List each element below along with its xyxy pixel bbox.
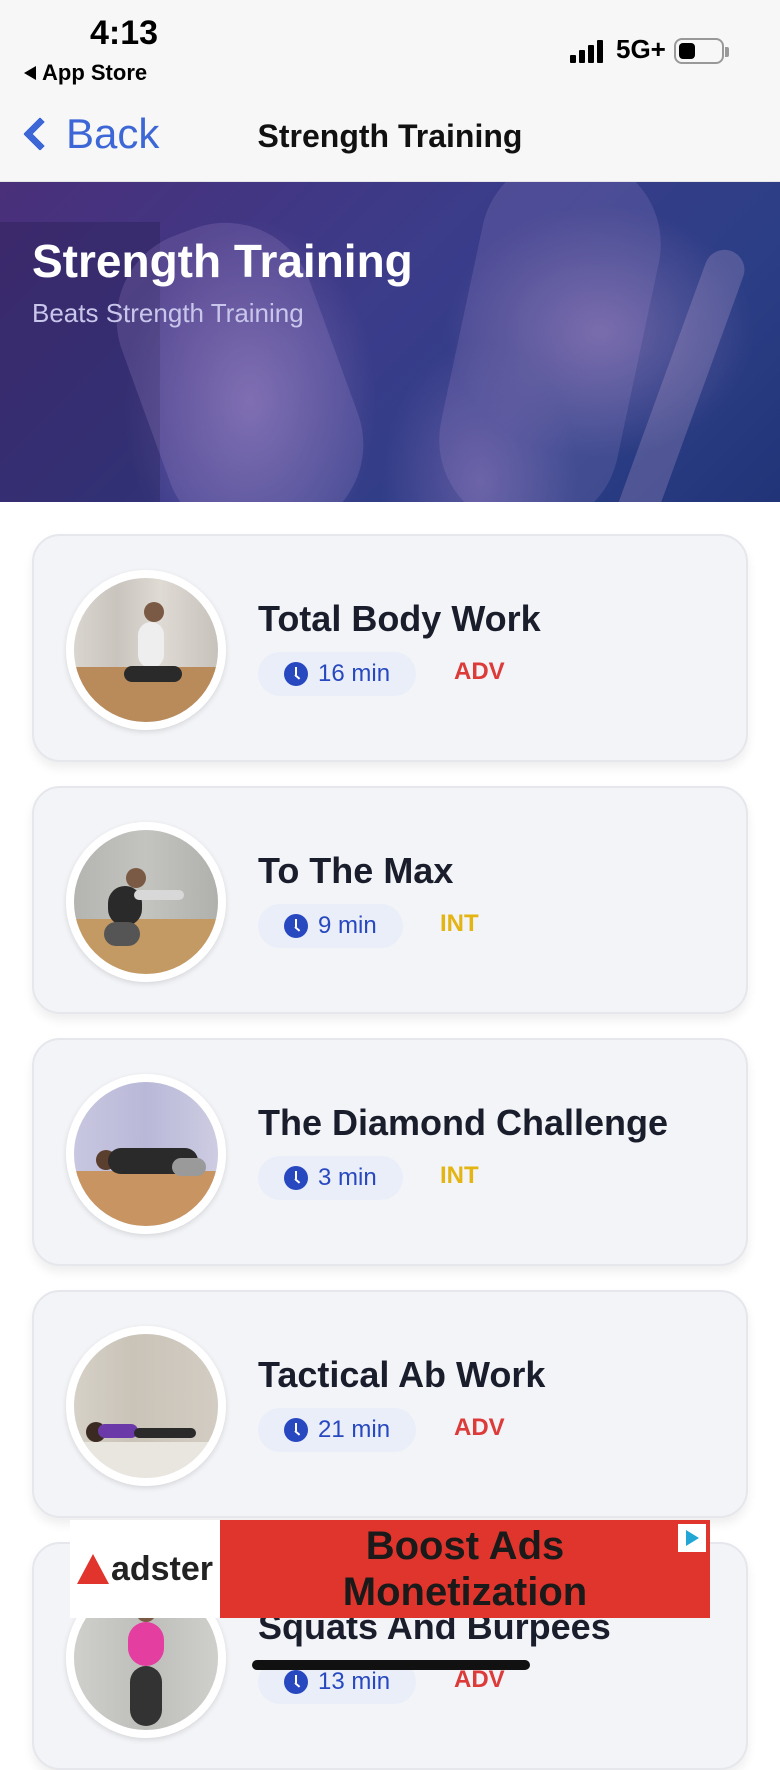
level-badge: ADV — [454, 658, 505, 685]
ad-headline: Boost Ads Monetization — [220, 1520, 710, 1618]
workout-card[interactable]: Total Body Work 16 min ADV — [32, 534, 748, 762]
workout-thumbnail — [66, 1074, 226, 1234]
adster-logo-icon — [76, 1554, 109, 1584]
network-type: 5G+ — [616, 34, 666, 64]
clock-icon — [284, 1670, 308, 1694]
workout-title: The Diamond Challenge — [258, 1102, 669, 1143]
hero-title: Strength Training — [32, 235, 413, 287]
back-to-app-link[interactable]: App Store — [24, 60, 147, 86]
back-app-label: App Store — [42, 60, 148, 85]
duration-text: 21 min — [318, 1416, 391, 1443]
home-indicator — [252, 1660, 530, 1670]
workout-title: To The Max — [258, 850, 454, 891]
navigation-bar: Strength Training Back — [0, 96, 780, 182]
level-badge: INT — [440, 1162, 479, 1189]
clock-icon — [284, 914, 308, 938]
back-button[interactable]: Back — [18, 106, 159, 162]
clock-icon — [284, 662, 308, 686]
workout-title: Tactical Ab Work — [258, 1354, 546, 1395]
workout-thumbnail — [66, 570, 226, 730]
duration-text: 13 min — [318, 1668, 391, 1695]
workout-title: Total Body Work — [258, 598, 541, 639]
ad-headline-line1: Boost Ads — [365, 1524, 565, 1568]
battery-icon — [674, 38, 729, 64]
chevron-left-icon — [23, 117, 57, 151]
status-time: 4:13 — [90, 14, 159, 52]
duration-badge: 21 min — [258, 1408, 417, 1452]
duration-text: 16 min — [318, 660, 391, 687]
workout-card[interactable]: To The Max 9 min INT — [32, 786, 748, 1014]
ad-brand-logo: adster — [70, 1520, 220, 1618]
level-badge: ADV — [454, 1666, 505, 1693]
workout-thumbnail — [66, 822, 226, 982]
hero-subtitle: Beats Strength Training — [32, 298, 304, 328]
duration-badge: 16 min — [258, 652, 417, 696]
level-badge: INT — [440, 910, 479, 937]
back-triangle-icon — [24, 66, 36, 80]
clock-icon — [284, 1418, 308, 1442]
hero-banner: Strength Training Beats Strength Trainin… — [0, 182, 780, 502]
status-bar: 4:13 App Store 5G+ — [0, 0, 780, 96]
duration-badge: 9 min — [258, 904, 403, 948]
ad-headline-line2: Monetization — [342, 1570, 588, 1614]
back-button-label: Back — [66, 110, 160, 157]
cellular-signal-icon — [570, 40, 603, 63]
clock-icon — [284, 1166, 308, 1190]
workout-card[interactable]: The Diamond Challenge 3 min INT — [32, 1038, 748, 1266]
workout-card[interactable]: Tactical Ab Work 21 min ADV — [32, 1290, 748, 1518]
duration-text: 3 min — [318, 1164, 377, 1191]
workout-thumbnail — [66, 1326, 226, 1486]
duration-text: 9 min — [318, 912, 377, 939]
duration-badge: 3 min — [258, 1156, 403, 1200]
adchoices-icon[interactable] — [678, 1524, 706, 1552]
ad-banner[interactable]: adster Boost Ads Monetization — [70, 1520, 710, 1618]
ad-brand-name: adster — [110, 1549, 214, 1588]
level-badge: ADV — [454, 1414, 505, 1441]
